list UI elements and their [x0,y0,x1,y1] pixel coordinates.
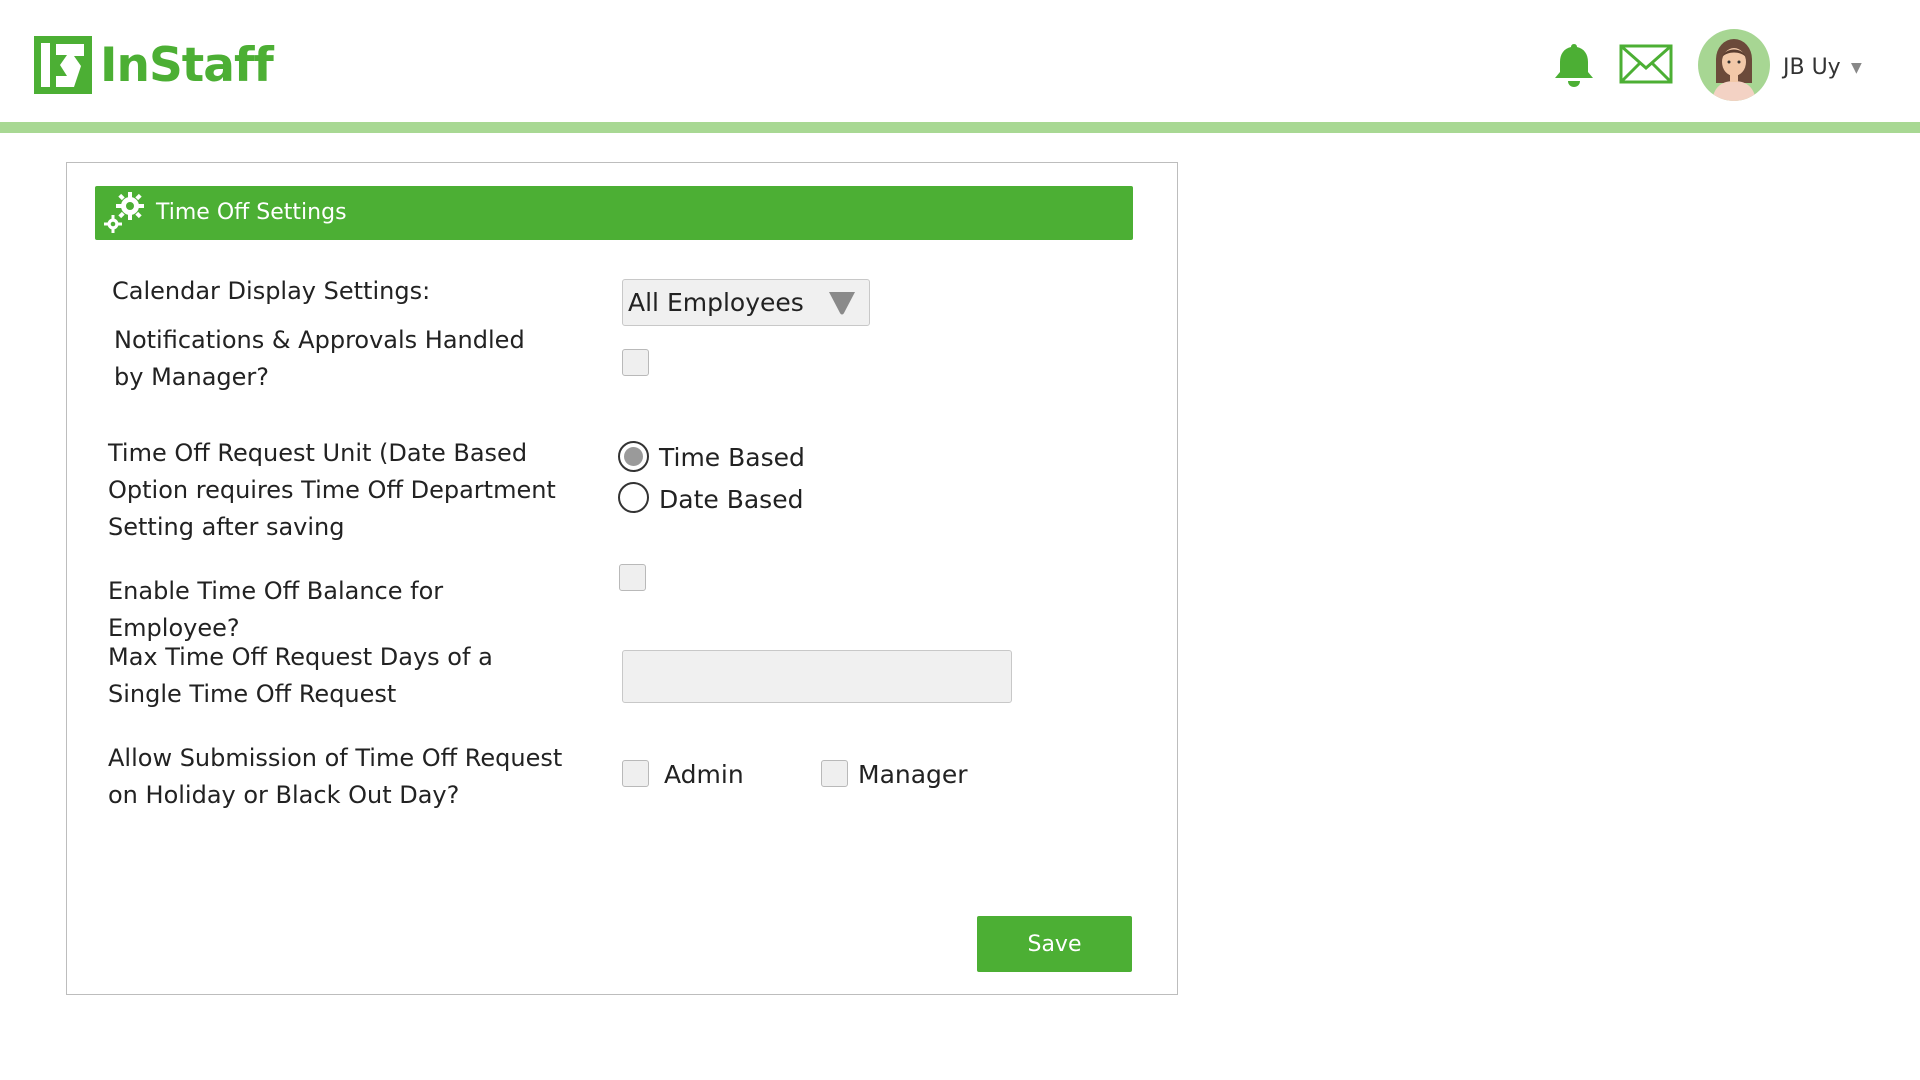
app-logo[interactable]: InStaff [34,34,274,96]
top-header: InStaff JB Uy ▼ [0,0,1920,122]
enable-balance-label-line1: Enable Time Off Balance for [108,577,444,605]
admin-checkbox[interactable] [622,760,649,787]
request-unit-label-line3: Setting after saving [108,513,345,541]
save-button[interactable]: Save [977,916,1132,972]
max-days-label-line1: Max Time Off Request Days of a [108,643,493,671]
bell-icon[interactable] [1552,42,1596,88]
gear-icon [104,192,144,233]
chevron-down-icon [829,292,855,315]
header-accent-bar [0,122,1920,133]
manager-checkbox[interactable] [821,760,848,787]
instaff-logo-icon [34,36,92,94]
panel-header: Time Off Settings [95,186,1133,240]
max-days-label-line2: Single Time Off Request [108,680,397,708]
time-based-label[interactable]: Time Based [659,443,805,473]
mail-icon[interactable] [1619,44,1673,84]
max-days-input[interactable] [622,650,1012,703]
admin-label[interactable]: Admin [664,760,744,790]
panel-title: Time Off Settings [156,200,347,225]
allow-submission-label-line1: Allow Submission of Time Off Request [108,744,563,772]
calendar-display-value: All Employees [628,288,804,317]
calendar-display-label: Calendar Display Settings: [112,277,431,305]
date-based-radio[interactable] [618,482,649,513]
allow-submission-label-line2: on Holiday or Black Out Day? [108,781,460,809]
notifications-label-line2: by Manager? [114,363,270,391]
date-based-label[interactable]: Date Based [659,485,803,515]
notifications-label-line1: Notifications & Approvals Handled [114,326,525,354]
notifications-manager-checkbox[interactable] [622,349,649,376]
chevron-down-icon[interactable]: ▼ [1851,60,1862,76]
manager-label[interactable]: Manager [858,760,968,790]
enable-balance-checkbox[interactable] [619,564,646,591]
request-unit-label-line2: Option requires Time Off Department [108,476,556,504]
calendar-display-select[interactable]: All Employees [622,279,870,326]
app-name: InStaff [100,37,274,93]
avatar[interactable] [1698,29,1770,101]
time-off-settings-panel: Time Off Settings Calendar Display Setti… [66,162,1178,995]
user-avatar-icon [1712,39,1756,101]
request-unit-label-line1: Time Off Request Unit (Date Based [108,439,528,467]
time-based-radio[interactable] [618,441,649,472]
user-name[interactable]: JB Uy [1783,55,1841,80]
